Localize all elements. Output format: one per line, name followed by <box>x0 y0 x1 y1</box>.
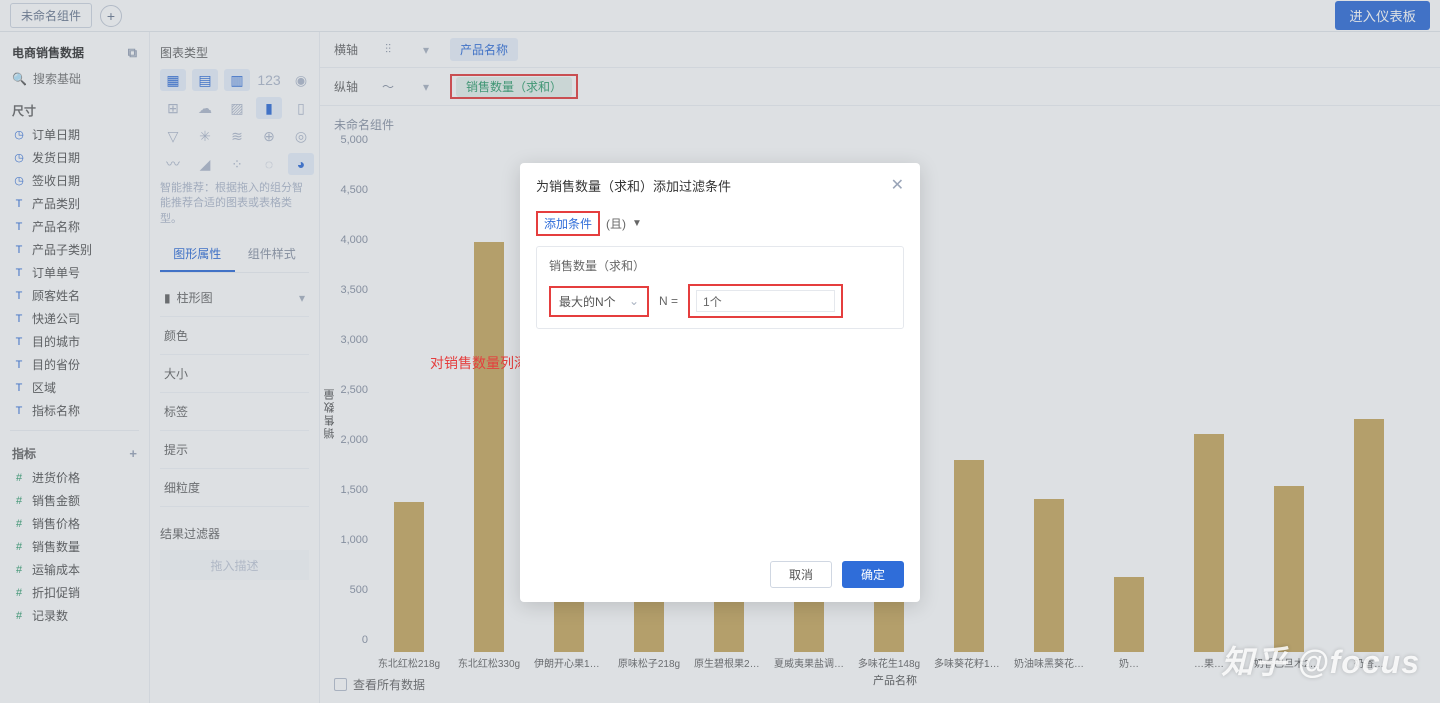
condition-type-select[interactable]: 最大的N个 ⌄ <box>549 286 649 317</box>
modal-close-button[interactable]: ✕ <box>891 175 904 195</box>
filter-modal: 为销售数量（求和）添加过滤条件 ✕ 添加条件 (且) ▼ 销售数量（求和） 最大… <box>520 163 920 602</box>
chevron-down-icon: ⌄ <box>629 294 639 308</box>
modal-footer: 取消 确定 <box>520 551 920 602</box>
add-condition-row: 添加条件 (且) ▼ <box>536 211 904 236</box>
watermark: 知乎 @focus <box>1222 637 1420 683</box>
cancel-button[interactable]: 取消 <box>770 561 832 588</box>
modal-header: 为销售数量（求和）添加过滤条件 ✕ <box>520 163 920 207</box>
ok-button[interactable]: 确定 <box>842 561 904 588</box>
modal-body: 添加条件 (且) ▼ 销售数量（求和） 最大的N个 ⌄ N = <box>520 207 920 551</box>
n-input-highlight <box>688 284 843 318</box>
n-value-input[interactable] <box>696 290 835 312</box>
and-dropdown-icon[interactable]: ▼ <box>632 218 642 229</box>
add-condition-button[interactable]: 添加条件 <box>536 211 600 236</box>
condition-box: 销售数量（求和） 最大的N个 ⌄ N = <box>536 246 904 329</box>
condition-inputs: 最大的N个 ⌄ N = <box>549 284 891 318</box>
condition-field-label: 销售数量（求和） <box>549 257 891 274</box>
modal-title: 为销售数量（求和）添加过滤条件 <box>536 176 731 195</box>
n-equals-label: N = <box>659 294 678 308</box>
and-label: (且) <box>606 215 626 232</box>
